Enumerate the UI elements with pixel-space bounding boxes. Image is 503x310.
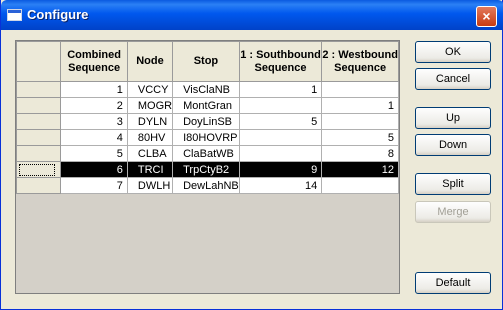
combined-sequence-cell[interactable]: 7 [60,177,128,194]
stop-cell[interactable]: MontGran [172,97,240,114]
southbound-sequence-cell[interactable] [238,97,323,114]
table-row[interactable]: 2 MOGR MontGran 1 [15,97,399,114]
focus-indicator [18,163,55,176]
combined-sequence-cell[interactable]: 3 [60,113,128,130]
window-title: Configure [27,7,89,22]
title-bar[interactable]: Configure × [1,0,503,30]
southbound-sequence-cell[interactable]: 5 [238,113,323,130]
column-header-node[interactable]: Node [126,41,174,82]
row-selector[interactable] [15,177,62,194]
column-header-stop[interactable]: Stop [172,41,240,82]
node-cell[interactable]: CLBA [126,145,174,162]
row-selector[interactable] [15,113,62,130]
combined-sequence-cell[interactable]: 6 [60,161,128,178]
table-row[interactable]: 3 DYLN DoyLinSB 5 [15,113,399,130]
node-cell[interactable]: DWLH [126,177,174,194]
configure-dialog: Configure × Combined Sequence Node Stop … [0,0,503,310]
row-selector[interactable] [15,161,62,178]
stop-cell[interactable]: DoyLinSB [172,113,240,130]
westbound-sequence-cell[interactable] [321,81,399,98]
ok-button[interactable]: OK [415,41,491,63]
southbound-sequence-cell[interactable] [238,129,323,146]
merge-button: Merge [415,201,491,223]
stop-cell[interactable]: VisClaNB [172,81,240,98]
combined-sequence-cell[interactable]: 5 [60,145,128,162]
row-selector[interactable] [15,145,62,162]
close-button[interactable]: × [476,6,497,27]
row-selector[interactable] [15,97,62,114]
stop-cell[interactable]: DewLahNB [172,177,240,194]
window-icon [7,9,22,21]
down-button[interactable]: Down [415,134,491,156]
westbound-sequence-cell[interactable] [321,177,399,194]
table-row[interactable]: 4 80HV I80HOVRP 5 [15,129,399,146]
node-cell[interactable]: DYLN [126,113,174,130]
row-selector-header [15,41,62,82]
sequence-grid[interactable]: Combined Sequence Node Stop 1 : Southbou… [15,40,400,294]
up-button[interactable]: Up [415,107,491,129]
row-selector[interactable] [15,81,62,98]
column-header-southbound-sequence[interactable]: 1 : Southbound Sequence [238,41,323,82]
node-cell[interactable]: TRCI [126,161,174,178]
table-row[interactable]: 5 CLBA ClaBatWB 8 [15,145,399,162]
stop-cell[interactable]: I80HOVRP [172,129,240,146]
westbound-sequence-cell[interactable]: 1 [321,97,399,114]
table-row[interactable]: 1 VCCY VisClaNB 1 [15,81,399,98]
southbound-sequence-cell[interactable] [238,145,323,162]
combined-sequence-cell[interactable]: 2 [60,97,128,114]
southbound-sequence-cell[interactable]: 9 [238,161,323,178]
node-cell[interactable]: 80HV [126,129,174,146]
cancel-button[interactable]: Cancel [415,68,491,90]
node-cell[interactable]: MOGR [126,97,174,114]
westbound-sequence-cell[interactable]: 8 [321,145,399,162]
westbound-sequence-cell[interactable]: 12 [321,161,399,178]
default-button[interactable]: Default [415,272,491,294]
stop-cell[interactable]: ClaBatWB [172,145,240,162]
selected-table-row[interactable]: 6 TRCI TrpCtyB2 9 12 [15,161,399,178]
row-selector[interactable] [15,129,62,146]
combined-sequence-cell[interactable]: 1 [60,81,128,98]
southbound-sequence-cell[interactable]: 1 [238,81,323,98]
southbound-sequence-cell[interactable]: 14 [238,177,323,194]
node-cell[interactable]: VCCY [126,81,174,98]
split-button[interactable]: Split [415,173,491,195]
stop-cell[interactable]: TrpCtyB2 [172,161,240,178]
westbound-sequence-cell[interactable] [321,113,399,130]
column-header-westbound-sequence[interactable]: 2 : Westbound Sequence [321,41,399,82]
column-header-combined-sequence[interactable]: Combined Sequence [60,41,128,82]
westbound-sequence-cell[interactable]: 5 [321,129,399,146]
table-row[interactable]: 7 DWLH DewLahNB 14 [15,177,399,194]
combined-sequence-cell[interactable]: 4 [60,129,128,146]
